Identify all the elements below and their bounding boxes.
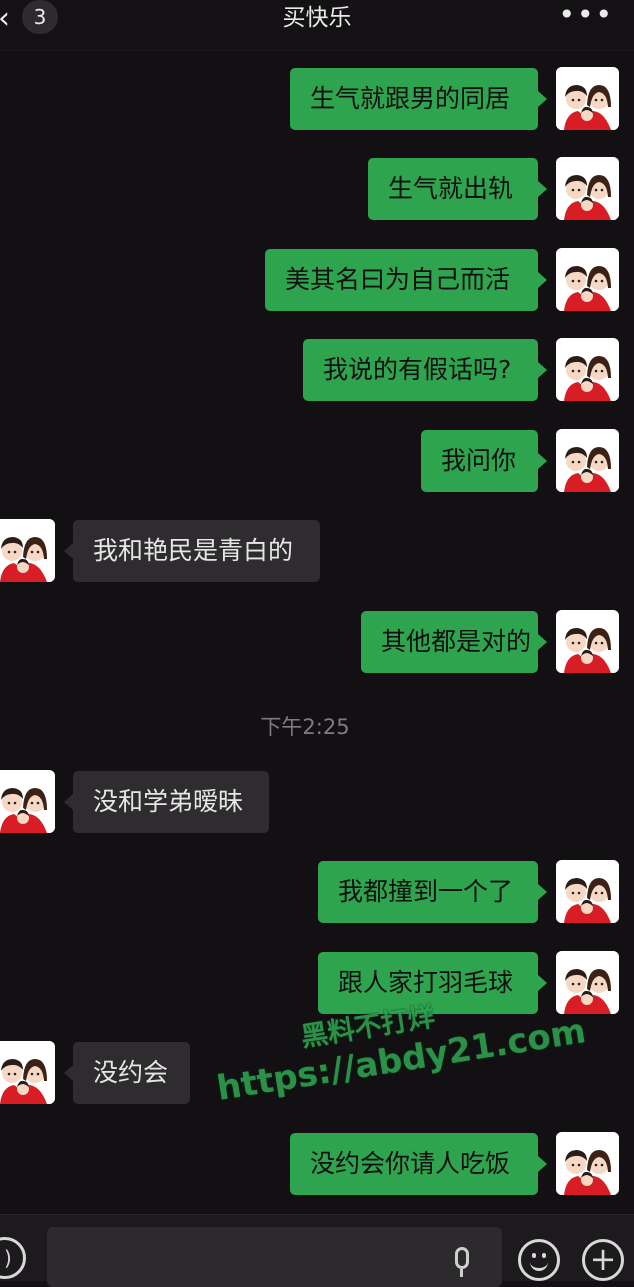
chat-title: 买快乐 — [282, 5, 352, 31]
my-avatar[interactable] — [556, 1132, 619, 1195]
received-message-bubble[interactable]: 没和学弟暧昧 — [73, 771, 269, 833]
plus-icon[interactable]: + — [582, 1239, 624, 1281]
received-message-bubble[interactable]: 没约会 — [73, 1042, 190, 1104]
input-toolbar: ) + — [0, 1214, 634, 1287]
message-input[interactable] — [47, 1227, 502, 1287]
my-avatar[interactable] — [556, 157, 619, 220]
my-avatar[interactable] — [556, 951, 619, 1014]
message-row: 生气就出轨 — [0, 157, 634, 221]
bubble-tail — [538, 634, 547, 650]
contact-avatar[interactable] — [0, 1041, 55, 1104]
bubble-tail — [538, 884, 547, 900]
bubble-tail — [64, 543, 73, 559]
message-row: 我说的有假话吗? — [0, 338, 634, 402]
sent-message-bubble[interactable]: 没约会你请人吃饭 — [290, 1133, 538, 1195]
bubble-tail — [538, 453, 547, 469]
message-row: 没和学弟暧昧 — [0, 770, 634, 834]
sent-message-bubble[interactable]: 生气就出轨 — [368, 158, 538, 220]
bubble-tail — [538, 362, 547, 378]
sent-message-bubble[interactable]: 我都撞到一个了 — [318, 861, 538, 923]
contact-avatar[interactable] — [0, 519, 55, 582]
microphone-icon[interactable] — [455, 1247, 469, 1269]
sent-message-bubble[interactable]: 我问你 — [421, 430, 538, 492]
voice-icon[interactable]: ) — [0, 1237, 26, 1279]
message-row: 美其名曰为自己而活 — [0, 248, 634, 312]
bubble-tail — [538, 272, 547, 288]
message-row: 生气就跟男的同居 — [0, 67, 634, 131]
my-avatar[interactable] — [556, 338, 619, 401]
contact-avatar[interactable] — [0, 770, 55, 833]
bubble-tail — [538, 91, 547, 107]
bubble-tail — [64, 794, 73, 810]
bubble-tail — [538, 181, 547, 197]
bubble-tail — [538, 975, 547, 991]
bubble-tail — [64, 1065, 73, 1081]
sent-message-bubble[interactable]: 我说的有假话吗? — [303, 339, 538, 401]
sent-message-bubble[interactable]: 美其名曰为自己而活 — [265, 249, 538, 311]
my-avatar[interactable] — [556, 860, 619, 923]
message-row: 没约会你请人吃饭 — [0, 1132, 634, 1196]
message-row: 我都撞到一个了 — [0, 860, 634, 924]
received-message-bubble[interactable]: 我和艳民是青白的 — [73, 520, 320, 582]
my-avatar[interactable] — [556, 610, 619, 673]
more-dots-icon[interactable]: ••• — [558, 0, 614, 30]
message-row: 其他都是对的 — [0, 610, 634, 674]
my-avatar[interactable] — [556, 248, 619, 311]
my-avatar[interactable] — [556, 67, 619, 130]
message-timestamp: 下午2:25 — [260, 715, 350, 739]
message-row: 我和艳民是青白的 — [0, 519, 634, 583]
message-row: 我问你 — [0, 429, 634, 493]
my-avatar[interactable] — [556, 429, 619, 492]
sent-message-bubble[interactable]: 生气就跟男的同居 — [290, 68, 538, 130]
chat-header: ‹ 3 买快乐 ••• — [0, 0, 634, 51]
sent-message-bubble[interactable]: 其他都是对的 — [361, 611, 538, 673]
message-row: 跟人家打羽毛球 — [0, 951, 634, 1015]
emoji-icon[interactable] — [518, 1239, 560, 1281]
bubble-tail — [538, 1156, 547, 1172]
microphone-stem — [460, 1269, 463, 1277]
